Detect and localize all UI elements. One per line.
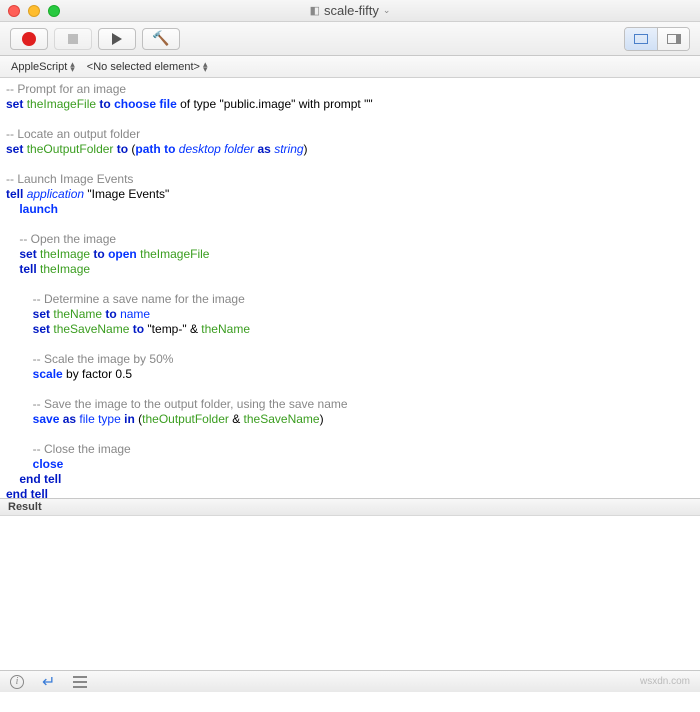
element-label: <No selected element> [87,61,200,73]
minimize-button[interactable] [28,5,40,17]
window-title[interactable]: ◧ scale-fifty ⌄ [310,3,391,18]
list-icon[interactable] [73,676,87,688]
record-icon [22,32,36,46]
chevron-down-icon: ⌄ [383,5,391,16]
updown-icon: ▴▾ [70,62,75,72]
titlebar: ◧ scale-fifty ⌄ [0,0,700,22]
result-pane[interactable] [0,516,700,670]
close-button[interactable] [8,5,20,17]
stop-button[interactable] [54,28,92,50]
watermark: wsxdn.com [640,676,690,687]
panel-icon [634,34,648,44]
traffic-lights [8,5,60,17]
compile-button[interactable]: 🔨 [142,28,180,50]
sidebar-icon [667,34,681,44]
show-panel-button[interactable] [625,28,657,50]
navigation-bar: AppleScript ▴▾ <No selected element> ▴▾ [0,56,700,78]
view-segmented-control [624,27,690,51]
title-text: scale-fifty [324,3,379,18]
show-sidebar-button[interactable] [657,28,689,50]
hammer-icon: 🔨 [152,30,169,47]
toolbar: 🔨 [0,22,700,56]
language-label: AppleScript [11,61,67,73]
stop-icon [68,34,78,44]
info-icon[interactable]: i [10,675,24,689]
language-dropdown[interactable]: AppleScript ▴▾ [6,60,80,74]
element-dropdown[interactable]: <No selected element> ▴▾ [82,60,213,74]
maximize-button[interactable] [48,5,60,17]
code-editor[interactable]: -- Prompt for an image set theImageFile … [0,78,700,498]
return-icon[interactable]: ↵ [42,672,55,692]
play-icon [112,33,122,45]
run-button[interactable] [98,28,136,50]
document-icon: ◧ [310,4,320,17]
updown-icon: ▴▾ [203,62,208,72]
result-header: Result [0,498,700,516]
result-label: Result [8,501,42,513]
record-button[interactable] [10,28,48,50]
statusbar: i ↵ wsxdn.com [0,670,700,692]
